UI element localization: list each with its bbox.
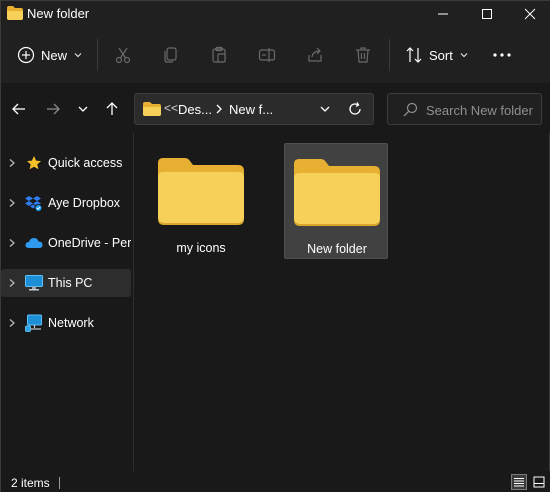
maximize-button[interactable] [465,1,509,27]
chevron-down-icon [78,106,88,112]
arrow-left-icon [12,103,25,115]
delete-icon [356,47,370,63]
recent-locations-button[interactable] [71,97,95,121]
chevron-down-icon [460,53,468,58]
command-bar: New Sort [1,27,550,83]
sidebar-item-label: Network [48,316,94,330]
file-view: my icons New folder [135,133,549,471]
sidebar-item-label: This PC [48,276,93,290]
paste-button[interactable] [207,43,231,67]
more-options-button[interactable] [487,43,517,67]
share-button[interactable] [303,43,327,67]
sidebar-item-dropbox[interactable]: Aye Dropbox [1,189,131,217]
chevron-down-icon [74,53,82,58]
address-bar[interactable]: << Des... New f... [134,93,374,125]
chevron-right-icon [216,104,222,114]
explorer-window: New folder New Sort << Des... New f... S… [0,0,550,492]
cut-icon [115,47,131,64]
share-icon [308,47,322,62]
separator [389,39,390,71]
rename-button[interactable] [255,43,279,67]
sidebar-item-this-pc[interactable]: This PC [1,269,131,297]
minimize-icon [438,13,448,15]
navigation-pane: Quick access Aye Dropbox OneDrive - Pers… [1,133,134,471]
sidebar-item-label: Aye Dropbox [48,196,121,210]
folder-item-my-icons[interactable]: my icons [149,143,253,259]
new-button[interactable]: New [11,41,89,69]
chevron-right-icon[interactable] [7,198,17,208]
back-button[interactable] [7,97,31,121]
window-title: New folder [27,6,90,21]
forward-button[interactable] [41,97,65,121]
rename-icon [258,48,276,62]
chevron-down-icon[interactable] [318,102,332,116]
copy-icon [164,47,177,63]
sidebar-item-label: OneDrive - Pers [48,236,131,250]
folder-icon [294,159,380,226]
arrow-right-icon [47,103,60,115]
close-icon [524,8,536,20]
arrow-up-icon [106,102,118,115]
folder-icon [158,158,244,225]
details-view-button[interactable] [511,474,527,490]
search-icon [403,102,418,117]
copy-button[interactable] [159,43,183,67]
sort-icon [406,47,422,63]
onedrive-icon [25,234,43,252]
folder-icon [143,102,161,116]
minimize-button[interactable] [421,1,465,27]
tiles-view-icon [533,476,545,488]
sidebar-item-label: Quick access [48,156,123,170]
status-bar: 2 items [1,471,550,492]
item-count: 2 items [11,476,50,490]
overflow-breadcrumb[interactable]: << [164,101,178,115]
sort-button-label: Sort [429,47,453,63]
folder-label: my icons [176,241,226,255]
large-icons-view-button[interactable] [531,474,547,490]
chevron-right-icon[interactable] [7,318,17,328]
folder-label: New folder [307,242,367,256]
breadcrumb-segment[interactable]: New f... [229,102,273,117]
delete-button[interactable] [351,43,375,67]
close-button[interactable] [509,1,550,27]
chevron-right-icon[interactable] [7,158,17,168]
search-box[interactable] [387,93,542,125]
monitor-icon [25,274,43,292]
details-view-icon [514,478,524,487]
cut-button[interactable] [111,43,135,67]
navigation-bar: << Des... New f... [1,83,550,133]
sidebar-item-onedrive[interactable]: OneDrive - Pers [1,229,131,257]
new-button-label: New [41,47,68,63]
chevron-right-icon[interactable] [7,238,17,248]
separator [97,39,98,71]
folder-item-new-folder[interactable]: New folder [284,143,388,259]
sidebar-item-quick-access[interactable]: Quick access [1,149,131,177]
star-icon [25,154,43,172]
chevron-right-icon[interactable] [7,278,17,288]
maximize-icon [482,9,492,19]
plus-icon [17,46,35,64]
folder-icon [7,6,23,20]
separator [59,477,60,489]
sidebar-item-network[interactable]: Network [1,309,131,337]
refresh-icon[interactable] [347,101,363,117]
network-icon [25,314,43,332]
dropbox-icon [25,194,43,212]
more-icon [493,53,511,57]
title-bar[interactable]: New folder [1,1,550,27]
search-input[interactable] [426,101,538,119]
sort-button[interactable]: Sort [399,41,475,69]
paste-icon [212,46,226,63]
breadcrumb-segment[interactable]: Des... [178,102,212,117]
up-button[interactable] [100,97,124,121]
